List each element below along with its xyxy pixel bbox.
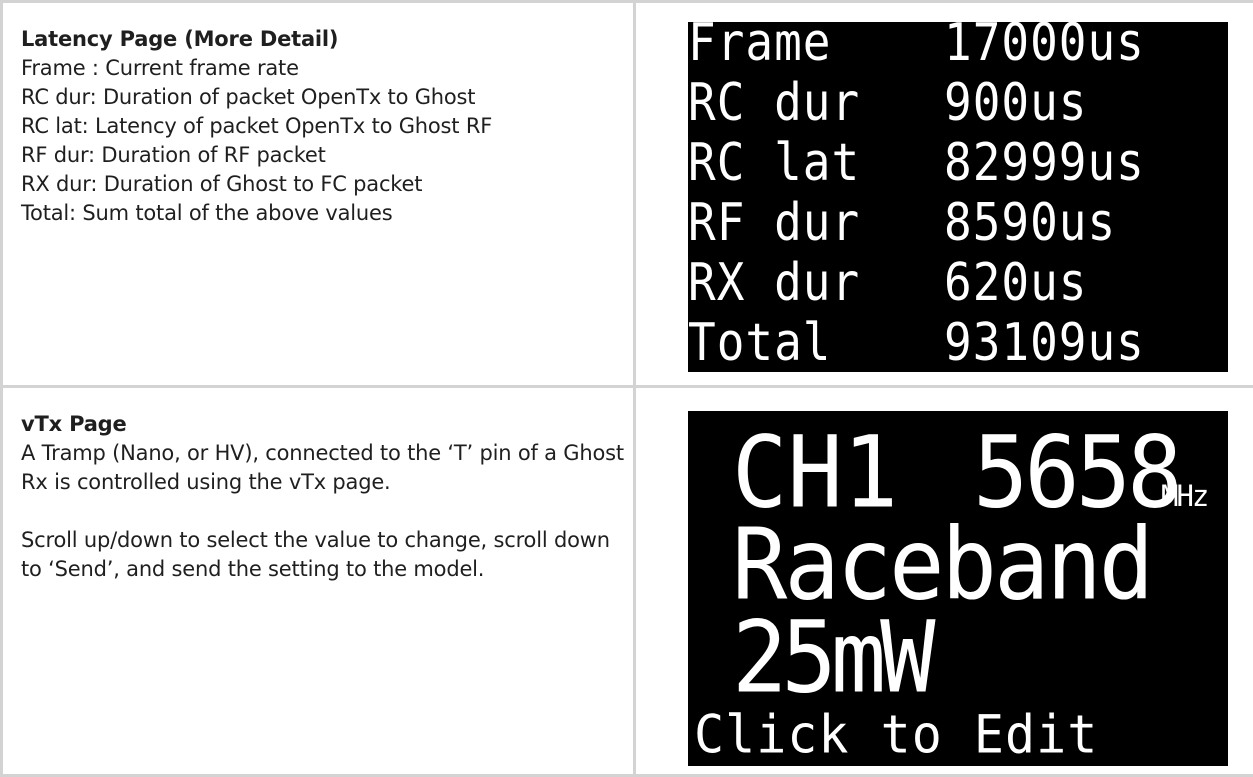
latency-row-value: 8590us — [944, 192, 1116, 252]
latency-row-rc-lat: RC lat 82999us — [688, 132, 1228, 186]
latency-row-rx-dur: RX dur 620us — [688, 252, 1228, 306]
latency-row-value: 82999us — [944, 132, 1145, 192]
latency-row-value: 17000us — [944, 22, 1145, 72]
latency-row-label: Total — [688, 312, 831, 372]
paragraph-gap — [21, 497, 633, 526]
latency-row-label: Frame — [688, 22, 831, 72]
vtx-paragraph-1: A Tramp (Nano, or HV), connected to the … — [21, 439, 633, 497]
latency-heading: Latency Page (More Detail) — [21, 25, 633, 54]
vtx-action-prompt: Click to Edit — [694, 704, 1098, 765]
latency-lcd-screen: Frame 17000us RC dur 900us RC lat 82999u… — [688, 22, 1228, 372]
latency-description: Latency Page (More Detail) Frame : Curre… — [3, 3, 633, 228]
vtx-power: 25mW — [732, 604, 930, 712]
latency-description-cell: Latency Page (More Detail) Frame : Curre… — [2, 2, 635, 387]
latency-row-value: 900us — [944, 72, 1087, 132]
vtx-lcd-screen: CH1 5658 MHz Raceband 25mW Click to Edit — [688, 411, 1228, 766]
vtx-heading: vTx Page — [21, 410, 633, 439]
latency-row-value: 620us — [944, 252, 1087, 312]
latency-row-label: RF dur — [688, 192, 860, 252]
latency-line-total: Total: Sum total of the above values — [21, 199, 633, 228]
latency-line-rc-lat: RC lat: Latency of packet OpenTx to Ghos… — [21, 112, 633, 141]
vtx-paragraph-2: Scroll up/down to select the value to ch… — [21, 526, 633, 584]
latency-row-label: RC dur — [688, 72, 860, 132]
latency-row-frame: Frame 17000us — [688, 22, 1228, 66]
vtx-description: vTx Page A Tramp (Nano, or HV), connecte… — [3, 388, 633, 584]
latency-row-value: 93109us — [944, 312, 1145, 372]
latency-row-label: RC lat — [688, 132, 860, 192]
latency-row-rf-dur: RF dur 8590us — [688, 192, 1228, 246]
latency-line-rx-dur: RX dur: Duration of Ghost to FC packet — [21, 170, 633, 199]
vtx-description-cell: vTx Page A Tramp (Nano, or HV), connecte… — [2, 387, 635, 776]
latency-row-total: Total 93109us — [688, 312, 1228, 366]
latency-line-frame: Frame : Current frame rate — [21, 54, 633, 83]
latency-line-rc-dur: RC dur: Duration of packet OpenTx to Gho… — [21, 83, 633, 112]
latency-row-rc-dur: RC dur 900us — [688, 72, 1228, 126]
latency-line-rf-dur: RF dur: Duration of RF packet — [21, 141, 633, 170]
vtx-frequency-unit: MHz — [1161, 479, 1207, 513]
latency-row-label: RX dur — [688, 252, 860, 312]
